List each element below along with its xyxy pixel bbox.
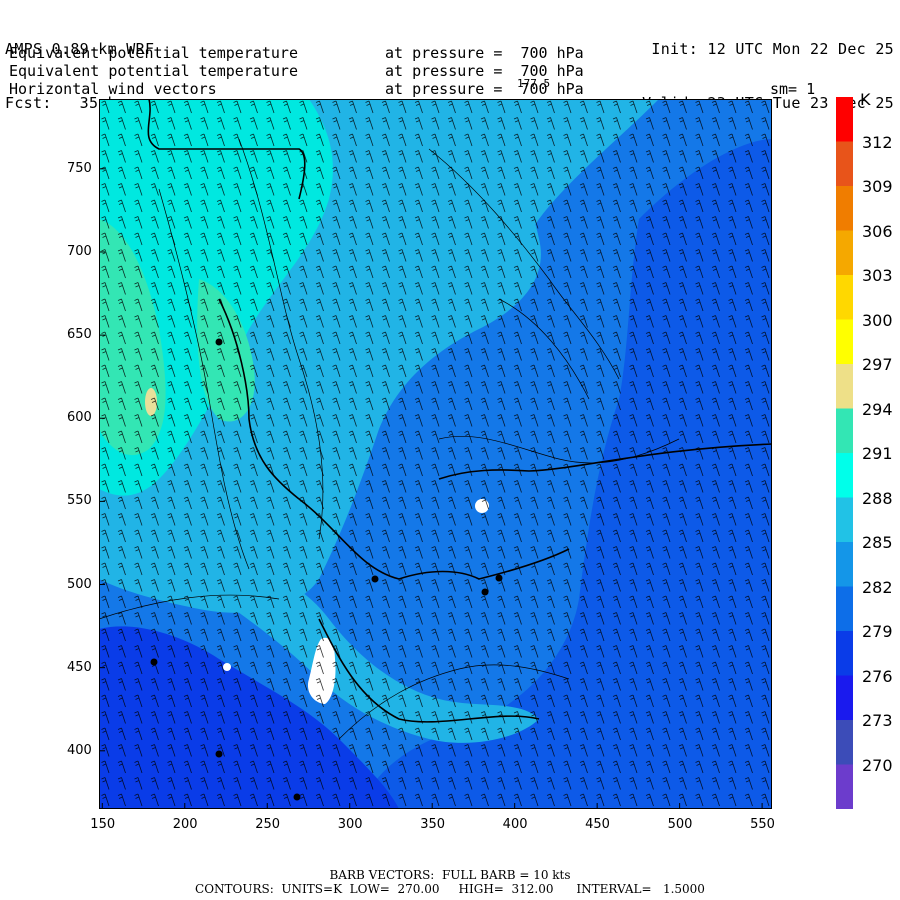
colorbar-level-label: 291 (862, 444, 893, 463)
colorbar-segment (836, 275, 853, 320)
field-pressure-2: at pressure = 700 hPa (385, 62, 584, 80)
colorbar-level-label: 312 (862, 132, 893, 152)
colorbar-level-label: 279 (862, 622, 893, 641)
y-tick-label: 450 (67, 659, 92, 675)
colorbar-segment (836, 230, 853, 276)
colorbar-segment (836, 453, 853, 498)
colorbar-level-label: 270 (862, 755, 893, 775)
colorbar-level-label: 285 (862, 533, 893, 552)
field-pressure-3: at pressure = 700 hPa (385, 80, 584, 98)
colorbar-level-label: 294 (862, 399, 893, 419)
colorbar-segment (836, 720, 853, 765)
colorbar-segment (836, 631, 853, 676)
y-tick-label: 750 (67, 160, 92, 176)
y-tick-label: 400 (67, 742, 92, 758)
colorbar-level-label: 297 (862, 355, 893, 374)
colorbar-segment (836, 675, 853, 721)
y-tick-label: 550 (67, 493, 92, 509)
colorbar-segment (836, 764, 853, 809)
colorbar-segment (836, 408, 853, 454)
colorbar (836, 97, 853, 809)
colorbar-level-label: 303 (862, 266, 893, 285)
field-name-2: Equivalent potential temperature (9, 62, 298, 80)
colorbar-level-label: 276 (862, 666, 893, 686)
y-tick-label: 700 (67, 243, 92, 259)
field-name-3: Horizontal wind vectors (9, 80, 217, 98)
colorbar-level-label: 306 (862, 221, 893, 241)
x-tick-label: 150 (90, 817, 116, 832)
x-tick-label: 500 (667, 817, 693, 832)
colorbar-unit: K (860, 90, 871, 109)
colorbar-segment (836, 542, 853, 587)
colorbar-level-label: 309 (862, 177, 893, 196)
x-tick-label: 350 (420, 817, 446, 832)
colorbar-segment (836, 141, 853, 187)
field-name-1: Equivalent potential temperature (9, 44, 298, 62)
footer-barb: BARB VECTORS: FULL BARB = 10 kts (329, 868, 571, 882)
colorbar-level-label: 288 (862, 488, 893, 508)
init-time: Init: 12 UTC Mon 22 Dec 25 (651, 40, 894, 58)
colorbar-segment (836, 586, 853, 632)
x-tick-label: 550 (750, 817, 775, 832)
colorbar-level-label: 282 (862, 577, 893, 597)
x-tick-label: 250 (255, 817, 281, 832)
y-tick-label: 600 (67, 410, 92, 426)
x-tick-label: 300 (337, 817, 363, 832)
footer-contours: CONTOURS: UNITS=K LOW= 270.00 HIGH= 312.… (195, 882, 705, 896)
center-marker: 177.5 (517, 77, 551, 90)
field-pressure-1: at pressure = 700 hPa (385, 44, 584, 62)
colorbar-segment (836, 319, 853, 365)
colorbar-segment (836, 497, 853, 543)
colorbar-level-label: 300 (862, 310, 893, 330)
x-tick-label: 200 (172, 817, 198, 832)
map-plot (99, 99, 772, 809)
x-tick-label: 400 (502, 817, 528, 832)
y-tick-label: 650 (67, 327, 92, 343)
smoothing-label: sm= 1 (770, 80, 816, 98)
wind-barbs (99, 99, 772, 809)
colorbar-segment (836, 186, 853, 231)
colorbar-segment (836, 97, 853, 142)
colorbar-level-label: 273 (862, 711, 893, 730)
x-tick-label: 450 (585, 817, 610, 832)
colorbar-segment (836, 364, 853, 409)
y-tick-label: 500 (67, 576, 92, 592)
